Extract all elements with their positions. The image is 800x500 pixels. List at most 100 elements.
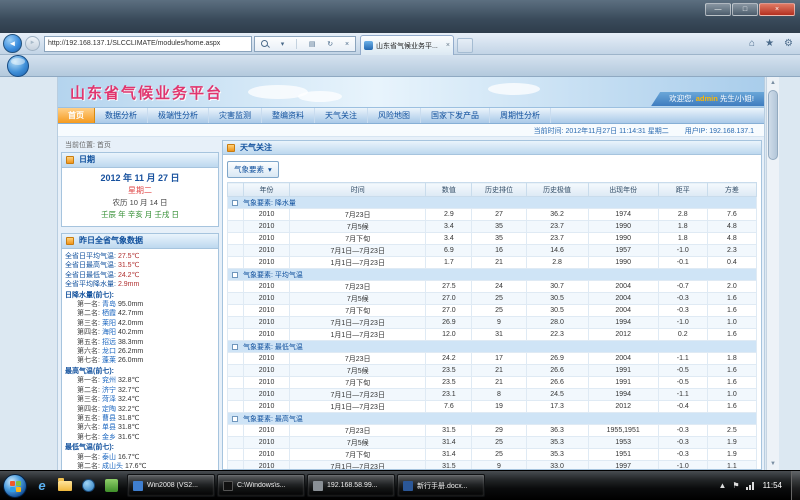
table-group-row[interactable]: 气象要素: 降水量 <box>228 197 757 209</box>
table-row[interactable]: 20107月23日24.21726.92004-1.11.8 <box>228 353 757 365</box>
group-collapse-checkbox[interactable] <box>232 416 238 422</box>
tools-button[interactable]: ⚙ <box>784 37 793 51</box>
clock[interactable]: 11:54 <box>763 481 782 490</box>
table-row[interactable]: 20107月23日27.52430.72004-0.72.0 <box>228 281 757 293</box>
ie-logo-button[interactable] <box>7 55 29 77</box>
table-cell: -0.4 <box>658 401 707 413</box>
taskbar-app-icon[interactable] <box>101 475 121 497</box>
tray-expand-icon[interactable]: ▲ <box>718 481 726 490</box>
page-scrollbar[interactable]: ▲ ▼ <box>766 77 779 470</box>
search-icon[interactable] <box>261 40 269 48</box>
table-row[interactable]: 20101月1日—7月23日7.61917.32012-0.41.6 <box>228 401 757 413</box>
scrollbar-thumb[interactable] <box>768 90 778 160</box>
station-link[interactable]: 兖州 <box>102 377 116 384</box>
table-row[interactable]: 20107月下旬23.52126.61991-0.51.6 <box>228 377 757 389</box>
home-button[interactable]: ⌂ <box>749 37 755 51</box>
taskbar-explorer-icon[interactable] <box>55 475 75 497</box>
table-group-row[interactable]: 气象要素: 平均气温 <box>228 269 757 281</box>
refresh-button[interactable]: ↻ <box>327 40 333 48</box>
table-group-row[interactable]: 气象要素: 最高气温 <box>228 413 757 425</box>
table-cell: -1.0 <box>658 245 707 257</box>
station-link[interactable]: 菏泽 <box>102 396 116 403</box>
menu-item-3[interactable]: 极端性分析 <box>148 108 209 123</box>
table-row[interactable]: 20107月5候31.42535.31953-0.31.9 <box>228 437 757 449</box>
table-row[interactable]: 20107月1日—7月23日23.1824.51994-1.11.0 <box>228 389 757 401</box>
table-row[interactable]: 20107月23日31.52936.31955,1951-0.32.5 <box>228 425 757 437</box>
table-cell: -1.0 <box>658 461 707 471</box>
table-row[interactable]: 20107月1日—7月23日6.91614.61957-1.02.3 <box>228 245 757 257</box>
scroll-up-button[interactable]: ▲ <box>767 77 779 89</box>
table-cell: 17 <box>472 353 526 365</box>
stop-button[interactable]: × <box>345 41 349 48</box>
forward-button[interactable]: ► <box>25 36 40 51</box>
new-tab-button[interactable] <box>457 38 473 53</box>
table-cell: 7月下旬 <box>290 305 426 317</box>
table-row[interactable]: 20107月5候23.52126.61991-0.51.6 <box>228 365 757 377</box>
element-filter-button[interactable]: 气象要素 ▾ <box>227 161 279 178</box>
station-link[interactable]: 曹县 <box>102 415 116 422</box>
station-link[interactable]: 单县 <box>102 424 116 431</box>
table-row[interactable]: 20107月下旬27.02530.52004-0.31.6 <box>228 305 757 317</box>
table-group-row[interactable]: 气象要素: 最低气温 <box>228 341 757 353</box>
station-link[interactable]: 泰山 <box>102 454 116 461</box>
table-row[interactable]: 20107月下旬3.43523.719901.84.8 <box>228 233 757 245</box>
menu-item-6[interactable]: 天气关注 <box>315 108 368 123</box>
station-link[interactable]: 金乡 <box>102 434 116 441</box>
table-row[interactable]: 20101月1日—7月23日1.7212.81990-0.10.4 <box>228 257 757 269</box>
group-collapse-checkbox[interactable] <box>232 344 238 350</box>
station-link[interactable]: 栖霞 <box>102 310 116 317</box>
table-row[interactable]: 20107月5候3.43523.719901.84.8 <box>228 221 757 233</box>
table-row[interactable]: 20107月23日2.92736.219742.87.6 <box>228 209 757 221</box>
menu-item-8[interactable]: 国家下发产品 <box>421 108 490 123</box>
menu-item-5[interactable]: 整编资料 <box>262 108 315 123</box>
station-link[interactable]: 莱阳 <box>102 320 116 327</box>
station-link[interactable]: 青岛 <box>102 301 116 308</box>
taskbar-app-button[interactable]: C:\Windows\s... <box>217 474 305 497</box>
station-link[interactable]: 招远 <box>102 339 116 346</box>
group-collapse-checkbox[interactable] <box>232 200 238 206</box>
table-row[interactable]: 20107月5候27.02530.52004-0.31.6 <box>228 293 757 305</box>
scroll-down-button[interactable]: ▼ <box>767 458 779 470</box>
search-dropdown-icon[interactable]: ▾ <box>281 40 285 48</box>
rank-value: 42.0mm <box>118 320 143 327</box>
table-row[interactable]: 20101月1日—7月23日12.03122.320120.21.6 <box>228 329 757 341</box>
compatibility-icon[interactable]: ▤ <box>309 40 316 48</box>
table-row[interactable]: 20107月1日—7月23日26.9928.01994-1.01.0 <box>228 317 757 329</box>
station-link[interactable]: 龙口 <box>102 348 116 355</box>
menu-item-7[interactable]: 风险地图 <box>368 108 421 123</box>
taskbar-media-player-icon[interactable] <box>78 475 98 497</box>
minimize-button[interactable]: — <box>705 3 731 16</box>
station-link[interactable]: 成山头 <box>102 463 123 470</box>
back-button[interactable]: ◄ <box>3 34 22 53</box>
table-row[interactable]: 20107月1日—7月23日31.5933.01997-1.01.1 <box>228 461 757 471</box>
station-link[interactable]: 济宁 <box>102 387 116 394</box>
calendar-ganzhi: 壬辰 年 辛亥 月 壬戌 日 <box>64 209 216 221</box>
maximize-button[interactable]: □ <box>732 3 758 16</box>
station-link[interactable]: 海阳 <box>102 329 116 336</box>
action-center-icon[interactable]: ⚑ <box>732 481 739 490</box>
table-cell: -1.1 <box>658 353 707 365</box>
network-icon[interactable] <box>746 482 754 490</box>
taskbar-ie-icon[interactable]: e <box>32 475 52 497</box>
show-desktop-button[interactable] <box>791 471 800 500</box>
group-collapse-checkbox[interactable] <box>232 272 238 278</box>
table-cell: 1.0 <box>707 389 756 401</box>
table-cell: 30.5 <box>526 305 588 317</box>
taskbar-app-button[interactable]: 新行手册.docx... <box>397 474 485 497</box>
browser-tab[interactable]: 山东省气候业务平... × <box>360 35 454 55</box>
station-link[interactable]: 蓬莱 <box>102 357 116 364</box>
menu-item-2[interactable]: 数据分析 <box>95 108 148 123</box>
rank-label: 第二名: <box>77 463 100 470</box>
menu-item-9[interactable]: 周期性分析 <box>490 108 551 123</box>
favorites-button[interactable]: ★ <box>765 37 774 51</box>
table-row[interactable]: 20107月下旬31.42535.31951-0.31.9 <box>228 449 757 461</box>
taskbar-app-button[interactable]: Win2008 (VS2... <box>127 474 215 497</box>
tab-close-button[interactable]: × <box>446 42 450 49</box>
address-bar[interactable]: http://192.168.137.1/SLCCLIMATE/modules/… <box>44 36 252 52</box>
start-button[interactable] <box>3 474 27 498</box>
close-button[interactable]: × <box>759 3 795 16</box>
station-link[interactable]: 定陶 <box>102 406 116 413</box>
menu-item-1[interactable]: 首页 <box>58 108 95 123</box>
taskbar-app-button[interactable]: 192.168.58.99... <box>307 474 395 497</box>
menu-item-4[interactable]: 灾害监测 <box>209 108 262 123</box>
